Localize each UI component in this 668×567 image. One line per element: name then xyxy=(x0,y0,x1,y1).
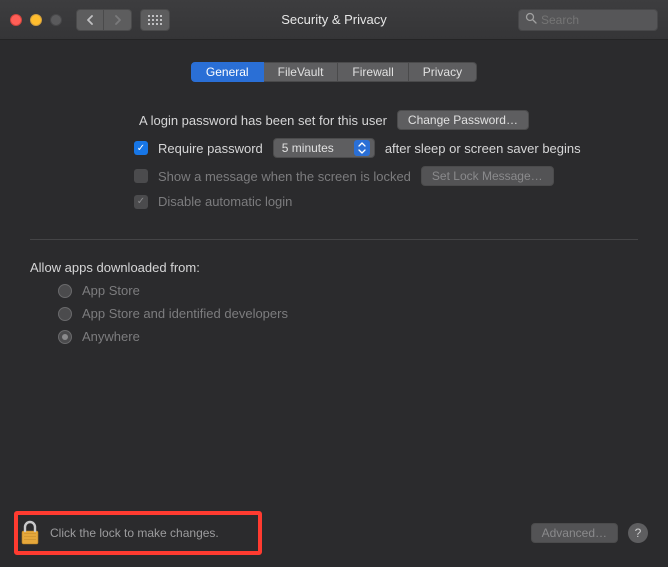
search-input[interactable] xyxy=(541,13,651,27)
lock-text: Click the lock to make changes. xyxy=(50,526,219,540)
titlebar: Security & Privacy xyxy=(0,0,668,40)
prefs-window: Security & Privacy General FileVault Fir… xyxy=(0,0,668,567)
show-all-button[interactable] xyxy=(140,9,170,31)
footer: Click the lock to make changes. Advanced… xyxy=(0,507,668,567)
nav-buttons xyxy=(76,9,132,31)
show-message-checkbox: ✓ xyxy=(134,169,148,183)
tab-bar: General FileVault Firewall Privacy xyxy=(30,62,638,82)
login-password-row: A login password has been set for this u… xyxy=(30,110,638,130)
minimize-button[interactable] xyxy=(30,14,42,26)
radio-identified-label: App Store and identified developers xyxy=(82,306,288,321)
content-area: General FileVault Firewall Privacy A log… xyxy=(0,40,668,567)
require-password-delay-value: 5 minutes xyxy=(282,141,334,155)
help-button[interactable]: ? xyxy=(628,523,648,543)
gatekeeper-option-anywhere: Anywhere xyxy=(30,329,638,344)
require-password-row: ✓ Require password 5 minutes after sleep… xyxy=(30,138,638,158)
login-password-text: A login password has been set for this u… xyxy=(139,113,387,128)
lock-icon[interactable] xyxy=(20,520,40,546)
traffic-lights xyxy=(10,14,62,26)
disable-auto-login-row: ✓ Disable automatic login xyxy=(30,194,638,209)
radio-appstore xyxy=(58,284,72,298)
radio-anywhere-label: Anywhere xyxy=(82,329,140,344)
radio-identified xyxy=(58,307,72,321)
disable-auto-login-label: Disable automatic login xyxy=(158,194,292,209)
gatekeeper-option-appstore: App Store xyxy=(30,283,638,298)
tab-general[interactable]: General xyxy=(191,62,264,82)
zoom-button xyxy=(50,14,62,26)
search-field[interactable] xyxy=(518,9,658,31)
radio-appstore-label: App Store xyxy=(82,283,140,298)
advanced-button[interactable]: Advanced… xyxy=(531,523,618,543)
tab-filevault[interactable]: FileVault xyxy=(264,62,339,82)
require-password-delay-select[interactable]: 5 minutes xyxy=(273,138,375,158)
gatekeeper-option-identified: App Store and identified developers xyxy=(30,306,638,321)
tab-privacy[interactable]: Privacy xyxy=(409,62,477,82)
stepper-icon xyxy=(354,140,370,156)
tab-firewall[interactable]: Firewall xyxy=(338,62,408,82)
search-icon xyxy=(525,12,537,27)
require-password-after-label: after sleep or screen saver begins xyxy=(385,141,581,156)
divider xyxy=(30,239,638,240)
show-message-label: Show a message when the screen is locked xyxy=(158,169,411,184)
set-lock-message-button: Set Lock Message… xyxy=(421,166,554,186)
back-button[interactable] xyxy=(76,9,104,31)
require-password-checkbox[interactable]: ✓ xyxy=(134,141,148,155)
forward-button xyxy=(104,9,132,31)
require-password-label: Require password xyxy=(158,141,263,156)
close-button[interactable] xyxy=(10,14,22,26)
disable-auto-login-checkbox: ✓ xyxy=(134,195,148,209)
lock-area[interactable]: Click the lock to make changes. xyxy=(20,520,219,546)
radio-anywhere xyxy=(58,330,72,344)
login-section: A login password has been set for this u… xyxy=(30,110,638,209)
gatekeeper-heading: Allow apps downloaded from: xyxy=(30,260,638,275)
gatekeeper-section: Allow apps downloaded from: App Store Ap… xyxy=(30,260,638,344)
show-message-row: ✓ Show a message when the screen is lock… xyxy=(30,166,638,186)
change-password-button[interactable]: Change Password… xyxy=(397,110,529,130)
